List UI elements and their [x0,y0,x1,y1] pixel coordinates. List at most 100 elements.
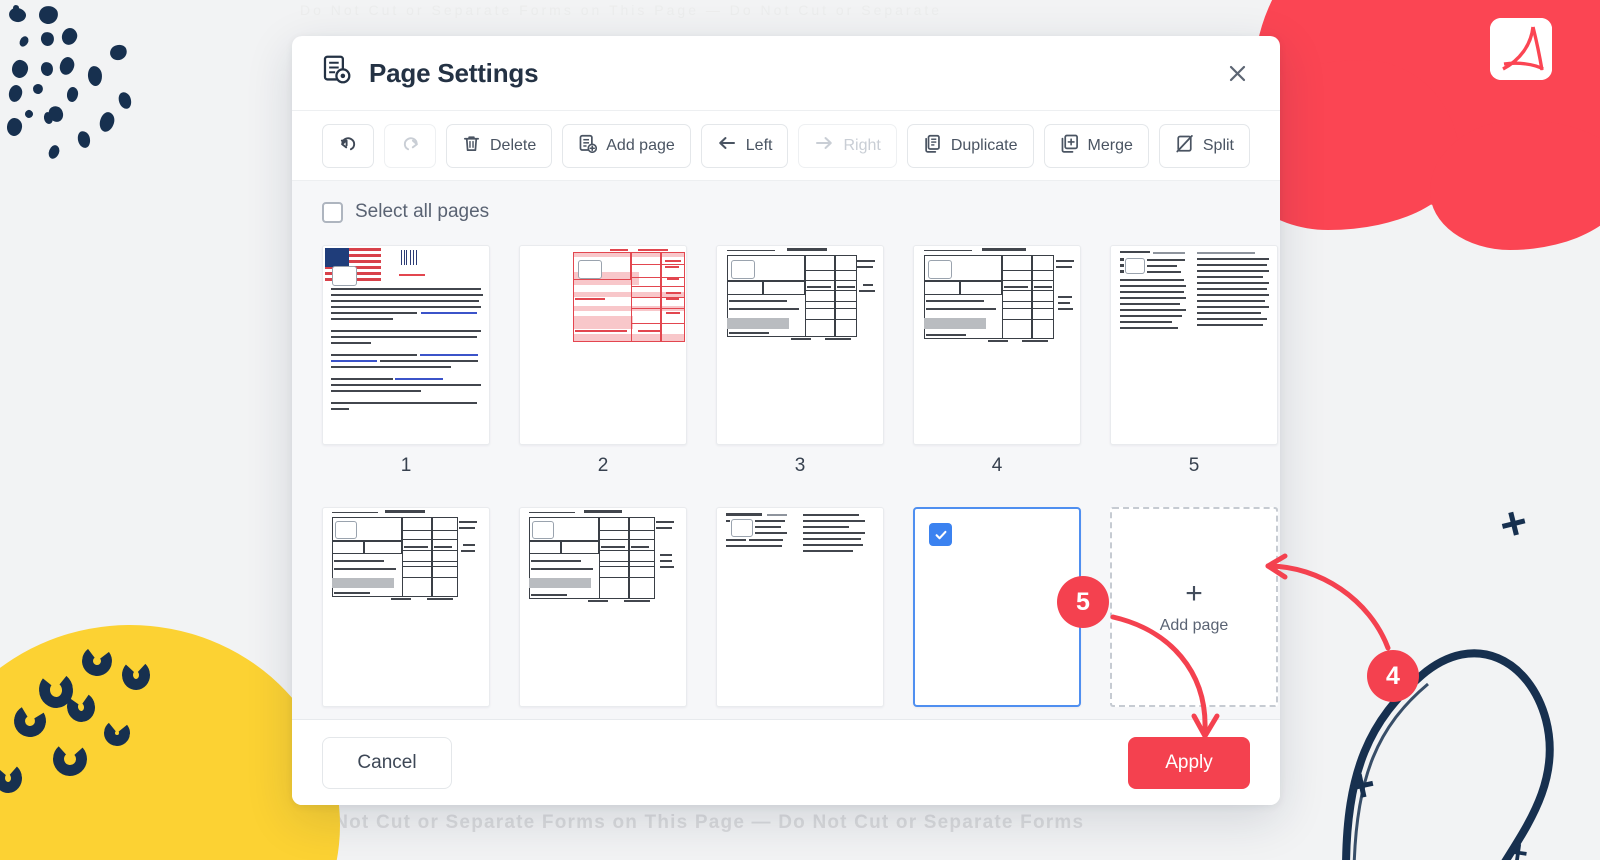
confetti-dot [31,82,45,96]
page-number-label: 5 [1188,455,1200,476]
undo-button[interactable] [322,123,374,168]
confetti-dot [76,129,92,150]
merge-button[interactable]: Merge [1043,123,1149,168]
add-page-tile-label: Add page [1159,617,1229,634]
move-right-button: Right [798,123,897,168]
delete-button-label: Delete [490,136,537,154]
navy-swoosh-decoration [1342,649,1554,860]
page-thumbnail-4[interactable] [913,245,1081,445]
redo-icon [400,133,421,159]
page-grid-area: Select all pages 1 2 3 4 5 + Add page [292,180,1280,719]
modal-header: Page Settings [292,36,1280,110]
close-icon[interactable] [1220,56,1254,90]
background-document-text-top: Do Not Cut or Separate Forms on This Pag… [300,2,943,18]
trash-icon [462,134,481,158]
page-thumbnail-9[interactable] [913,507,1081,707]
split-icon [1175,134,1194,158]
page-number-label: 2 [597,455,609,476]
add-page-button[interactable]: Add page [562,123,691,168]
page-settings-modal: Page Settings Delete Add page Left Right… [292,36,1280,805]
merge-button-label: Merge [1087,136,1133,154]
apply-button[interactable]: Apply [1128,736,1250,789]
page-content [717,508,883,706]
page-thumbnail-7[interactable] [519,507,687,707]
page-number-label: 3 [794,455,806,476]
confetti-dot [23,108,35,120]
yellow-circle-decoration [0,625,340,860]
duplicate-button-label: Duplicate [950,136,1018,154]
background-document-text-bottom: Do Not Cut or Separate Forms on This Pag… [300,812,1085,833]
confetti-dot [66,86,79,103]
page-content [914,246,1080,444]
page-toolbar: Delete Add page Left Right Duplicate Mer… [292,110,1280,180]
confetti-dot [17,34,31,49]
merge-icon [1060,134,1079,158]
delete-button[interactable]: Delete [446,123,553,168]
redo-button [384,123,436,168]
page-number-label: 4 [991,455,1003,476]
page-thumbnail-2[interactable] [519,245,687,445]
modal-footer: Cancel Apply [292,719,1280,805]
duplicate-icon [923,134,942,158]
move-left-button[interactable]: Left [700,123,789,168]
confetti-dot [39,60,55,78]
confetti-dot [39,30,56,48]
page-cell: 5 [1110,245,1278,477]
page-content [520,246,686,444]
page-cell: 1 [322,245,490,477]
page-thumbnail-3[interactable] [716,245,884,445]
plus-icon: + [1185,577,1203,610]
confetti-dot [7,83,24,104]
confetti-dot [10,58,30,80]
confetti-dot [59,25,80,48]
page-cell: 6 [322,507,490,719]
page-cell: 9 [913,507,1081,719]
page-cell: 4 [913,245,1081,477]
arrow-left-icon [717,134,737,157]
confetti-dot [97,110,117,134]
confetti-dot [116,90,134,111]
page-form-box [332,266,357,286]
page-thumbnail-grid: 1 2 3 4 5 + Add page [322,245,1278,719]
page-number-label: 1 [400,455,412,476]
undo-icon [338,133,359,159]
page-thumbnail-8[interactable] [716,507,884,707]
page-select-checkbox[interactable] [929,523,952,546]
page-content [1111,246,1277,444]
confetti-dot [6,117,23,137]
page-cell: 7 [519,507,687,719]
page-thumbnail-5[interactable] [1110,245,1278,445]
split-button[interactable]: Split [1158,123,1250,168]
page-settings-icon [322,55,353,91]
select-all-row[interactable]: Select all pages [322,199,1250,225]
barcode-graphic [401,250,417,265]
confetti-dot [107,42,130,63]
page-content [717,246,883,444]
split-button-label: Split [1202,136,1234,154]
confetti-dot [57,55,77,77]
page-thumbnail-6[interactable] [322,507,490,707]
move-right-button-label: Right [843,136,881,154]
select-all-checkbox[interactable] [322,201,343,223]
page-cell: 2 [519,245,687,477]
pdf-logo-icon [1490,18,1552,80]
page-cell: 3 [716,245,884,477]
confetti-dot [46,143,62,161]
add-page-button-label: Add page [606,136,675,154]
page-title: Page Settings [369,57,539,88]
modal-title-group: Page Settings [322,55,539,91]
confetti-dot [86,65,104,87]
page-cell: + Add page [1110,507,1278,719]
arrow-right-icon [814,134,834,157]
cancel-button[interactable]: Cancel [322,736,452,789]
page-content [323,246,489,444]
select-all-label: Select all pages [355,201,490,222]
move-left-button-label: Left [745,136,773,154]
duplicate-button[interactable]: Duplicate [906,123,1034,168]
page-thumbnail-1[interactable] [322,245,490,445]
add-page-icon [578,134,598,158]
page-content [520,508,686,706]
add-page-tile[interactable]: + Add page [1110,507,1278,707]
page-content [323,508,489,706]
confetti-dot [37,4,60,26]
